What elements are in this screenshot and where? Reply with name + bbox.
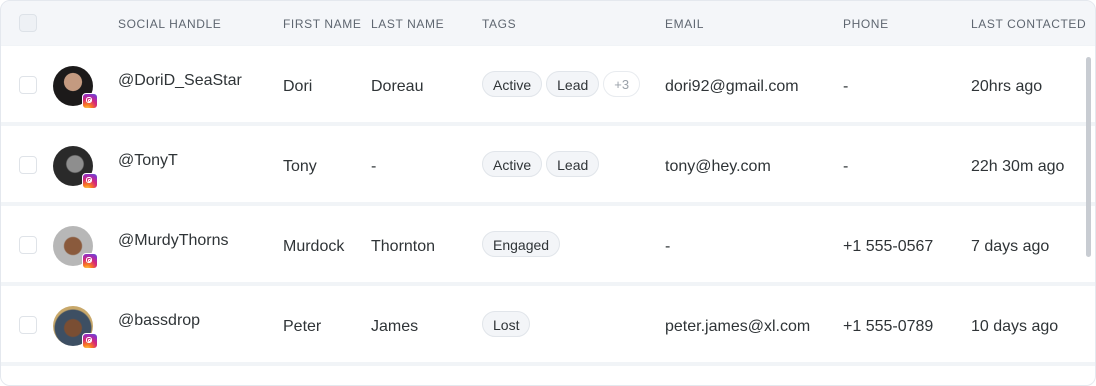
tag-badge[interactable]: Lead: [546, 151, 600, 177]
instagram-icon: [82, 333, 98, 349]
email: dori92@gmail.com: [665, 78, 799, 95]
table-header: SOCIAL HANDLE FIRST NAME LAST NAME TAGS …: [1, 1, 1095, 45]
first-name: Dori: [283, 78, 313, 95]
last-name: -: [371, 158, 377, 175]
column-header-first-name[interactable]: FIRST NAME: [283, 17, 361, 31]
first-name: Murdock: [283, 238, 345, 255]
tag-list: Active Lead +3: [482, 71, 641, 97]
instagram-icon: [82, 173, 98, 189]
column-header-last-name[interactable]: LAST NAME: [371, 17, 444, 31]
phone: +1 555-0789: [843, 318, 934, 335]
last-contacted: 22h 30m ago: [971, 158, 1065, 175]
first-name: Tony: [283, 158, 317, 175]
first-name: Peter: [283, 318, 322, 335]
social-handle[interactable]: @MurdyThorns: [118, 232, 229, 250]
social-handle[interactable]: @bassdrop: [118, 312, 200, 330]
table-row[interactable]: [1, 366, 1095, 385]
row-checkbox[interactable]: [19, 316, 37, 334]
table-row[interactable]: @TonyT Tony - Active Lead tony@hey.com -…: [1, 126, 1095, 202]
avatar[interactable]: [53, 226, 98, 269]
tag-badge[interactable]: Active: [482, 151, 543, 177]
column-header-tags[interactable]: TAGS: [482, 17, 516, 31]
phone: +1 555-0567: [843, 238, 934, 255]
social-handle[interactable]: @DoriD_SeaStar: [118, 72, 242, 90]
avatar[interactable]: [53, 306, 98, 349]
column-header-social-handle[interactable]: SOCIAL HANDLE: [118, 17, 221, 31]
table-row[interactable]: @DoriD_SeaStar Dori Doreau Active Lead +…: [1, 46, 1095, 122]
tag-list: Engaged: [482, 231, 561, 257]
tag-list: Lost: [482, 311, 531, 337]
contacts-table: SOCIAL HANDLE FIRST NAME LAST NAME TAGS …: [0, 0, 1096, 386]
instagram-icon: [82, 93, 98, 109]
table-row[interactable]: @MurdyThorns Murdock Thornton Engaged - …: [1, 206, 1095, 282]
select-all-checkbox[interactable]: [19, 14, 37, 32]
tag-badge[interactable]: Active: [482, 71, 543, 97]
column-header-email[interactable]: EMAIL: [665, 17, 704, 31]
last-contacted: 7 days ago: [971, 238, 1050, 255]
tag-list: Active Lead: [482, 151, 600, 177]
vertical-scrollbar[interactable]: [1086, 57, 1091, 257]
tag-badge[interactable]: Lost: [482, 311, 531, 337]
table-row[interactable]: @bassdrop Peter James Lost peter.james@x…: [1, 286, 1095, 362]
row-checkbox[interactable]: [19, 156, 37, 174]
row-checkbox[interactable]: [19, 76, 37, 94]
instagram-icon: [82, 253, 98, 269]
social-handle[interactable]: @TonyT: [118, 152, 178, 170]
email: tony@hey.com: [665, 158, 771, 175]
last-contacted: 20hrs ago: [971, 78, 1043, 95]
avatar[interactable]: [53, 146, 98, 189]
last-name: Doreau: [371, 78, 424, 95]
email: -: [665, 238, 671, 255]
last-contacted: 10 days ago: [971, 318, 1059, 335]
phone: -: [843, 78, 849, 95]
avatar[interactable]: [53, 66, 98, 109]
row-checkbox[interactable]: [19, 236, 37, 254]
tag-badge[interactable]: Engaged: [482, 231, 561, 257]
column-header-last-contacted[interactable]: LAST CONTACTED: [971, 17, 1086, 31]
tag-badge[interactable]: Lead: [546, 71, 600, 97]
email: peter.james@xl.com: [665, 318, 811, 335]
phone: -: [843, 158, 849, 175]
more-tags-badge[interactable]: +3: [603, 71, 641, 97]
last-name: Thornton: [371, 238, 436, 255]
column-header-phone[interactable]: PHONE: [843, 17, 889, 31]
last-name: James: [371, 318, 419, 335]
